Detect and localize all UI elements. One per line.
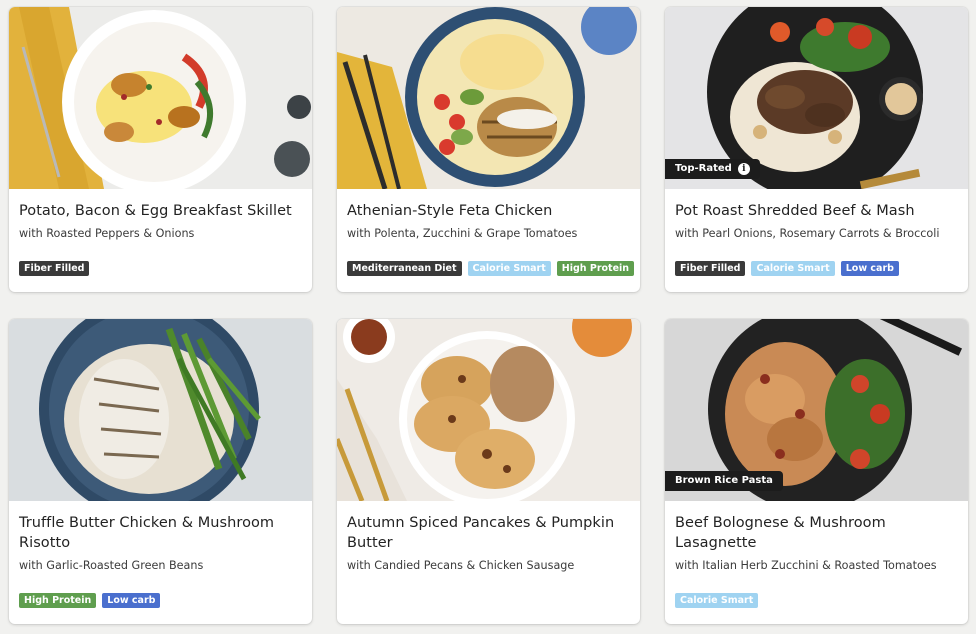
meal-photo: Top-Rated i: [665, 7, 968, 189]
tag-list: Calorie Smart: [675, 593, 958, 608]
meal-card[interactable]: Truffle Butter Chicken & Mushroom Risott…: [9, 319, 312, 624]
pasta-type-badge: Brown Rice Pasta: [665, 471, 783, 491]
meal-card[interactable]: Brown Rice Pasta Beef Bolognese & Mushro…: [665, 319, 968, 624]
meal-subtitle: with Roasted Peppers & Onions: [19, 227, 195, 240]
meal-card[interactable]: Autumn Spiced Pancakes & Pumpkin Butter …: [337, 319, 640, 624]
meal-subtitle: with Candied Pecans & Chicken Sausage: [347, 559, 575, 572]
meal-grid: Potato, Bacon & Egg Breakfast Skillet wi…: [0, 0, 976, 634]
meal-subtitle: with Garlic-Roasted Green Beans: [19, 559, 204, 572]
top-rated-badge[interactable]: Top-Rated i: [665, 159, 760, 179]
meal-subtitle: with Italian Herb Zucchini & Roasted Tom…: [675, 559, 937, 572]
meal-photo: [337, 319, 640, 501]
tag-badge: Calorie Smart: [751, 261, 835, 276]
tag-badge: High Protein: [556, 261, 635, 276]
badge-label: Top-Rated: [675, 163, 732, 174]
tag-badge: Calorie Smart: [675, 593, 759, 608]
meal-photo: [337, 7, 640, 189]
tag-list: Fiber Filled Calorie Smart Low carb: [675, 261, 958, 276]
tag-badge: Low carb: [840, 261, 899, 276]
tag-badge: Calorie Smart: [467, 261, 551, 276]
tag-badge: Mediterranean Diet: [347, 261, 462, 276]
tag-list: High Protein Low carb: [19, 593, 302, 608]
tag-badge: Fiber Filled: [675, 261, 746, 276]
tag-list: Mediterranean Diet Calorie Smart High Pr…: [347, 261, 635, 276]
meal-photo: [9, 319, 312, 501]
meal-title[interactable]: Pot Roast Shredded Beef & Mash: [675, 201, 958, 221]
meal-title[interactable]: Truffle Butter Chicken & Mushroom Risott…: [19, 513, 302, 553]
info-icon[interactable]: i: [737, 163, 750, 175]
meal-card[interactable]: Athenian-Style Feta Chicken with Polenta…: [337, 7, 640, 292]
tag-badge: Fiber Filled: [19, 261, 90, 276]
badge-label: Brown Rice Pasta: [675, 475, 773, 486]
meal-card[interactable]: Top-Rated i Pot Roast Shredded Beef & Ma…: [665, 7, 968, 292]
meal-subtitle: with Pearl Onions, Rosemary Carrots & Br…: [675, 227, 940, 240]
meal-photo: Brown Rice Pasta: [665, 319, 968, 501]
tag-list: Fiber Filled: [19, 261, 302, 276]
meal-subtitle: with Polenta, Zucchini & Grape Tomatoes: [347, 227, 578, 240]
meal-card[interactable]: Potato, Bacon & Egg Breakfast Skillet wi…: [9, 7, 312, 292]
meal-title[interactable]: Athenian-Style Feta Chicken: [347, 201, 630, 221]
tag-badge: High Protein: [19, 593, 97, 608]
meal-title[interactable]: Autumn Spiced Pancakes & Pumpkin Butter: [347, 513, 630, 553]
meal-photo: [9, 7, 312, 189]
tag-badge: Low carb: [102, 593, 161, 608]
meal-title[interactable]: Potato, Bacon & Egg Breakfast Skillet: [19, 201, 302, 221]
meal-title[interactable]: Beef Bolognese & Mushroom Lasagnette: [675, 513, 958, 553]
